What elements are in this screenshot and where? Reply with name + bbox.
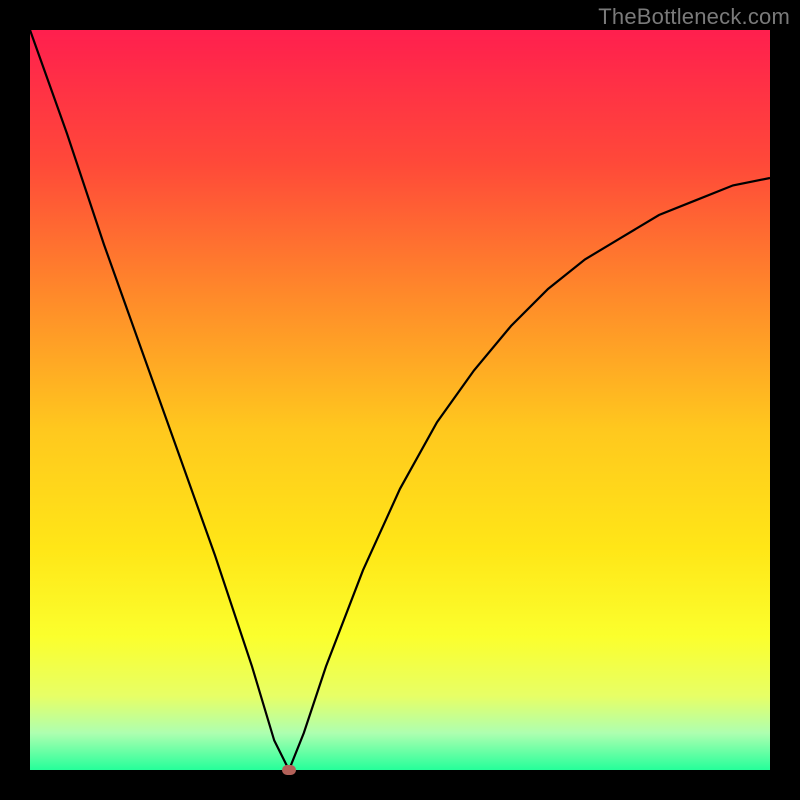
- optimal-point-marker: [282, 765, 296, 775]
- plot-area: [30, 30, 770, 770]
- curve-svg: [30, 30, 770, 770]
- chart-frame: TheBottleneck.com: [0, 0, 800, 800]
- watermark-text: TheBottleneck.com: [598, 4, 790, 30]
- bottleneck-curve: [30, 30, 770, 770]
